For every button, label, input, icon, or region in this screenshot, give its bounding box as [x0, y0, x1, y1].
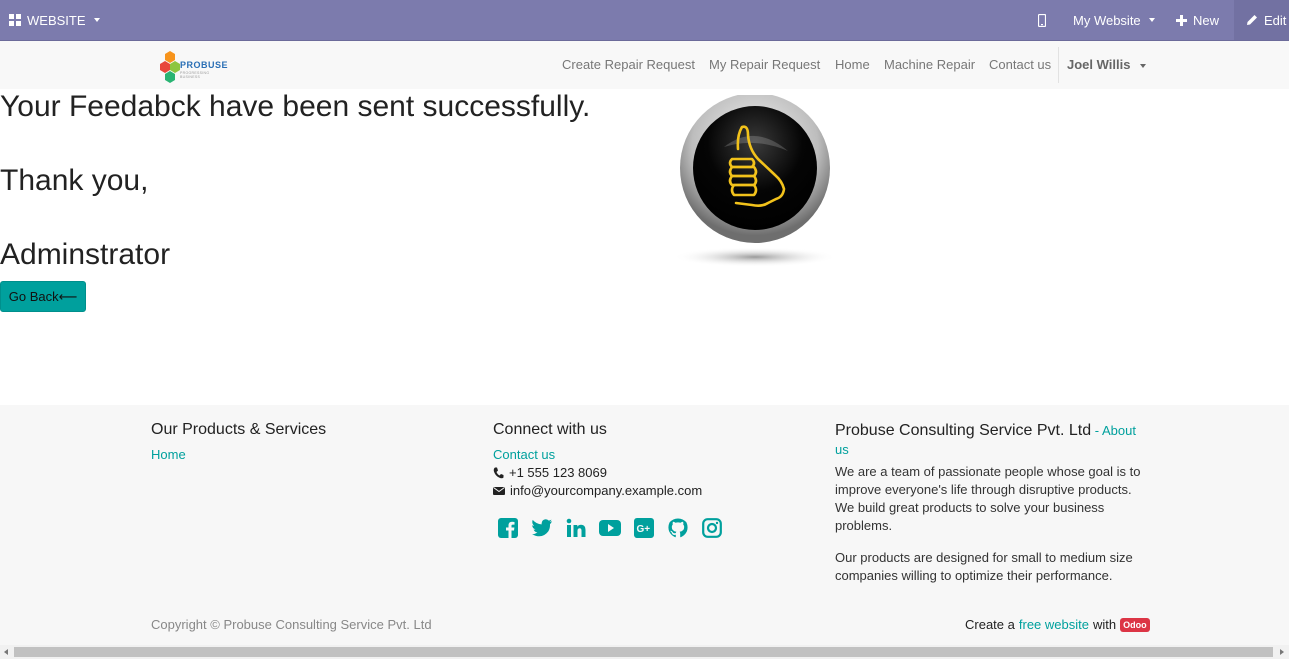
signature-text: Adminstrator [0, 238, 171, 271]
my-website-label: My Website [1073, 12, 1141, 28]
footer-email-address: info@yourcompany.example.com [510, 483, 703, 498]
chevron-down-icon [1140, 63, 1147, 68]
user-name: Joel Willis [1067, 57, 1131, 72]
github-icon[interactable] [667, 517, 689, 539]
chevron-down-icon [1148, 18, 1155, 22]
footer-about-separator: - [1091, 423, 1102, 438]
footer-home-link[interactable]: Home [151, 447, 186, 462]
powered-with: with [1092, 617, 1117, 632]
edit-button[interactable]: Edit [1246, 0, 1286, 40]
website-menu-label: WEBSITE [27, 12, 86, 28]
navbar: PROBUSE PROGRESSING BUSINESS Create Repa… [0, 40, 1289, 89]
chevron-down-icon [93, 18, 100, 22]
nav-contact-us[interactable]: Contact us [989, 41, 1051, 89]
nav-divider [1058, 47, 1059, 83]
footer-email: info@yourcompany.example.com [493, 483, 702, 498]
apps-grid-icon [9, 14, 21, 26]
youtube-icon[interactable] [599, 517, 621, 539]
go-back-button[interactable]: Go Back⟵ [0, 281, 86, 312]
thumbs-up-icon [673, 93, 837, 267]
svg-text:G+: G+ [637, 524, 651, 535]
footer-about-paragraph-2: Our products are designed for small to m… [835, 550, 1133, 583]
logo-text: PROBUSE [180, 60, 229, 70]
google-plus-icon[interactable]: G+ [633, 517, 655, 539]
footer-company-heading: Probuse Consulting Service Pvt. Ltd - Ab… [835, 421, 1145, 459]
new-button[interactable]: New [1176, 0, 1219, 40]
thank-you-text: Thank you, [0, 164, 149, 197]
thumbs-up-image [672, 93, 838, 270]
company-logo[interactable]: PROBUSE PROGRESSING BUSINESS [160, 49, 228, 83]
scrollbar-thumb[interactable] [14, 647, 1273, 657]
logo-subtext: PROGRESSING BUSINESS [180, 71, 210, 79]
nav-home[interactable]: Home [835, 41, 870, 89]
scroll-right-icon[interactable] [1280, 649, 1284, 655]
nav-my-repair-request[interactable]: My Repair Request [709, 41, 820, 89]
mobile-icon [1038, 13, 1046, 27]
social-links: G+ [497, 517, 723, 539]
nav-create-repair-request[interactable]: Create Repair Request [562, 41, 695, 89]
powered-create-a: Create a [965, 617, 1015, 632]
free-website-link[interactable]: free website [1019, 617, 1089, 632]
footer: Our Products & Services Home Connect wit… [0, 405, 1289, 645]
website-menu[interactable]: WEBSITE [9, 0, 100, 40]
phone-icon [493, 467, 504, 478]
facebook-icon[interactable] [497, 517, 519, 539]
my-website-menu[interactable]: My Website [1073, 0, 1155, 40]
envelope-icon [493, 486, 505, 495]
admin-bar: WEBSITE My Website New Edit [0, 0, 1289, 40]
footer-phone: +1 555 123 8069 [493, 465, 607, 480]
user-menu[interactable]: Joel Willis [1067, 41, 1147, 89]
nav-machine-repair[interactable]: Machine Repair [884, 41, 975, 89]
footer-products-title: Our Products & Services [151, 421, 327, 438]
footer-company-title: Probuse Consulting Service Pvt. Ltd [835, 422, 1092, 439]
feedback-success-message: Your Feedabck have been sent successfull… [0, 90, 591, 123]
pencil-icon [1247, 15, 1257, 25]
horizontal-scrollbar[interactable] [0, 645, 1289, 659]
instagram-icon[interactable] [701, 517, 723, 539]
plus-icon [1176, 14, 1187, 26]
odoo-badge[interactable]: Odoo [1120, 617, 1150, 632]
edit-label: Edit [1264, 12, 1287, 28]
mobile-preview-button[interactable] [1038, 0, 1046, 40]
scroll-left-icon[interactable] [4, 649, 8, 655]
powered-by: Create a free website with Odoo [965, 617, 1150, 632]
footer-about-paragraph-1: We are a team of passionate people whose… [835, 464, 1141, 533]
twitter-icon[interactable] [531, 517, 553, 539]
footer-connect-title: Connect with us [493, 421, 607, 438]
footer-contact-link[interactable]: Contact us [493, 447, 555, 462]
new-label: New [1193, 12, 1220, 28]
footer-phone-number: +1 555 123 8069 [509, 465, 607, 480]
linkedin-icon[interactable] [565, 517, 587, 539]
copyright-text: Copyright © Probuse Consulting Service P… [151, 617, 432, 632]
logo-hexagons-icon [160, 51, 180, 83]
